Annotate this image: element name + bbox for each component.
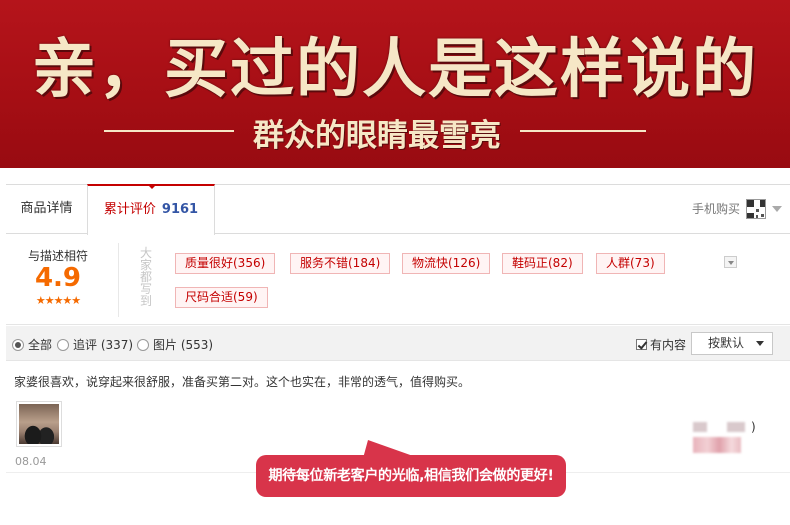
radio-unchecked-icon	[57, 339, 69, 351]
reviewer-name-masked	[727, 422, 745, 432]
tab-reviews-label: 累计评价	[103, 202, 156, 217]
tab-reviews-count: 9161	[161, 202, 199, 217]
review-tag[interactable]: 鞋码正(82)	[502, 253, 583, 274]
active-tab-caret-icon	[147, 184, 157, 189]
rating-score: 4.9	[34, 263, 82, 293]
rating-divider	[118, 243, 119, 317]
expand-tags-icon[interactable]	[724, 256, 737, 268]
rating-stars: ★★★★★	[35, 294, 81, 307]
mobile-buy-label: 手机购买	[691, 202, 740, 216]
filter-pictures-label: 图片 (553)	[153, 338, 214, 352]
filter-followup-label: 追评 (337)	[73, 338, 134, 352]
banner-title: 亲，买过的人是这样说的	[32, 33, 758, 107]
chevron-down-icon	[772, 206, 782, 212]
review-content: 家婆很喜欢，说穿起来很舒服，准备买第二对。这个也实在，非常的透气，值得购买。	[14, 375, 471, 389]
review-tag[interactable]: 服务不错(184)	[290, 253, 391, 274]
tab-reviews[interactable]: 累计评价 9161	[87, 184, 215, 235]
rating-panel: 与描述相符 4.9 ★★★★★ 大家都写到 质量很好(356) 服务不错(184…	[6, 235, 790, 325]
reviewer-name: )	[693, 420, 756, 434]
radio-unchecked-icon	[137, 339, 149, 351]
banner-subtitle: 群众的眼睛最雪亮	[253, 118, 501, 154]
reviewer-level-badge	[693, 437, 741, 453]
reviewer-name-suffix: )	[751, 420, 756, 434]
filter-all-label: 全部	[28, 338, 53, 352]
review-tag[interactable]: 质量很好(356)	[175, 253, 276, 274]
rating-label: 与描述相符	[27, 249, 88, 263]
review-tag[interactable]: 尺码合适(59)	[175, 287, 268, 308]
product-tabs: 商品详情 累计评价 9161 手机购买	[6, 184, 790, 235]
checkbox-checked-icon	[636, 338, 647, 350]
sort-select-value: 按默认	[708, 336, 745, 350]
filter-pictures-radio[interactable]: 图片 (553)	[137, 337, 213, 353]
review-filter-bar: 全部 追评 (337) 图片 (553) 有内容 按默认	[6, 326, 790, 361]
review-tag[interactable]: 人群(73)	[596, 253, 665, 274]
tab-product-details[interactable]: 商品详情	[6, 184, 87, 234]
radio-checked-icon	[12, 339, 24, 351]
banner-divider-right	[520, 130, 646, 132]
reviewer-name-masked	[693, 422, 707, 432]
review-tag[interactable]: 物流快(126)	[402, 253, 491, 274]
filter-all-radio[interactable]: 全部	[12, 337, 52, 353]
promo-bubble: 期待每位新老客户的光临,相信我们会做的更好!	[256, 455, 566, 497]
review-photo-thumbnail[interactable]	[16, 401, 62, 447]
mobile-buy-button[interactable]: 手机购买	[692, 197, 782, 221]
filter-followup-radio[interactable]: 追评 (337)	[57, 337, 133, 353]
review-date: 08.04	[15, 455, 47, 468]
has-content-label: 有内容	[650, 337, 687, 352]
sort-select[interactable]: 按默认	[691, 332, 773, 355]
qr-code-icon	[746, 199, 766, 219]
review-banner: 亲，买过的人是这样说的 群众的眼睛最雪亮	[0, 0, 790, 168]
review-photo	[19, 404, 59, 444]
banner-divider-left	[104, 130, 234, 132]
chevron-down-icon	[756, 341, 764, 346]
has-content-checkbox[interactable]: 有内容	[636, 336, 686, 352]
tags-vertical-hint: 大家都写到	[139, 246, 152, 308]
